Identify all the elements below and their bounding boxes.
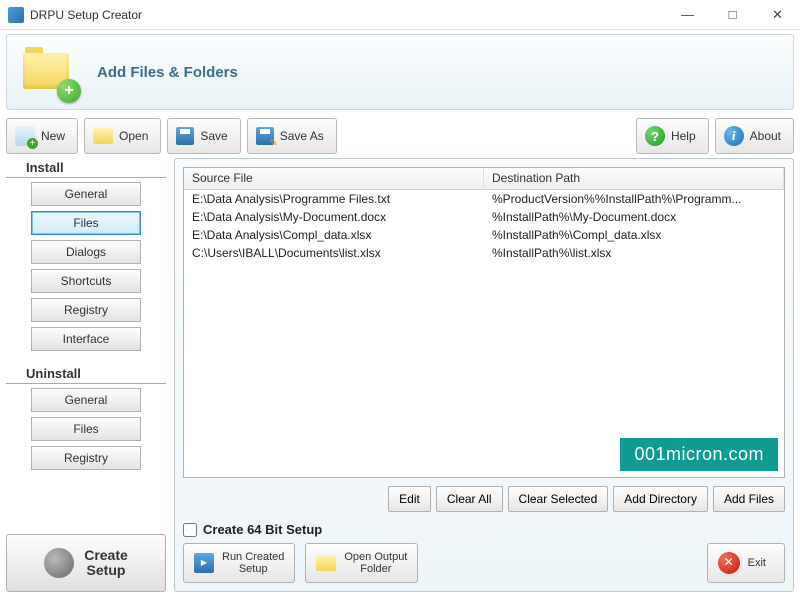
table-body: E:\Data Analysis\Programme Files.txt%Pro…	[184, 190, 784, 262]
saveas-button[interactable]: Save As	[247, 118, 337, 154]
exit-label: Exit	[748, 557, 766, 569]
sidebar-item-uninstall-registry[interactable]: Registry	[31, 446, 141, 470]
create-64bit-label: Create 64 Bit Setup	[203, 522, 322, 537]
create-64bit-input[interactable]	[183, 523, 197, 537]
saveas-label: Save As	[280, 129, 324, 143]
toolbar: New Open Save Save As ? Help i About	[0, 114, 800, 158]
window-title: DRPU Setup Creator	[30, 8, 665, 22]
saveas-icon	[256, 127, 274, 145]
page-title: Add Files & Folders	[97, 64, 238, 81]
cell-source: E:\Data Analysis\Compl_data.xlsx	[184, 226, 484, 244]
cell-destination: %ProductVersion%%InstallPath%\Programm..…	[484, 190, 784, 208]
info-icon: i	[724, 126, 744, 146]
col-destination[interactable]: Destination Path	[484, 168, 784, 189]
cell-source: E:\Data Analysis\Programme Files.txt	[184, 190, 484, 208]
main-panel: Source File Destination Path E:\Data Ana…	[174, 158, 794, 592]
exit-button[interactable]: ✕ Exit	[707, 543, 785, 583]
edit-button[interactable]: Edit	[388, 486, 431, 512]
new-button[interactable]: New	[6, 118, 78, 154]
folder-add-icon: +	[21, 43, 79, 101]
run-created-label: Run CreatedSetup	[222, 551, 284, 575]
help-icon: ?	[645, 126, 665, 146]
gear-icon	[44, 548, 74, 578]
sidebar-item-uninstall-files[interactable]: Files	[31, 417, 141, 441]
titlebar: DRPU Setup Creator — □ ✕	[0, 0, 800, 30]
cell-source: E:\Data Analysis\My-Document.docx	[184, 208, 484, 226]
uninstall-heading: Uninstall	[6, 364, 166, 384]
sidebar: Install General Files Dialogs Shortcuts …	[6, 158, 174, 592]
close-icon: ✕	[718, 552, 740, 574]
about-label: About	[750, 129, 781, 143]
table-row[interactable]: E:\Data Analysis\Compl_data.xlsx%Install…	[184, 226, 784, 244]
open-output-label: Open OutputFolder	[344, 551, 407, 575]
table-row[interactable]: E:\Data Analysis\Programme Files.txt%Pro…	[184, 190, 784, 208]
save-label: Save	[200, 129, 227, 143]
install-group: Install General Files Dialogs Shortcuts …	[6, 158, 166, 356]
table-header: Source File Destination Path	[184, 168, 784, 190]
clear-selected-button[interactable]: Clear Selected	[508, 486, 609, 512]
bottom-buttons: Run CreatedSetup Open OutputFolder ✕ Exi…	[183, 543, 785, 583]
open-output-folder-button[interactable]: Open OutputFolder	[305, 543, 418, 583]
about-button[interactable]: i About	[715, 118, 794, 154]
add-files-button[interactable]: Add Files	[713, 486, 785, 512]
add-directory-button[interactable]: Add Directory	[613, 486, 708, 512]
play-icon	[194, 553, 214, 573]
clear-all-button[interactable]: Clear All	[436, 486, 503, 512]
app-icon	[8, 7, 24, 23]
open-label: Open	[119, 129, 148, 143]
cell-destination: %InstallPath%\list.xlsx	[484, 244, 784, 262]
files-table[interactable]: Source File Destination Path E:\Data Ana…	[183, 167, 785, 478]
cell-destination: %InstallPath%\My-Document.docx	[484, 208, 784, 226]
install-heading: Install	[6, 158, 166, 178]
open-button[interactable]: Open	[84, 118, 161, 154]
maximize-button[interactable]: □	[710, 0, 755, 30]
save-button[interactable]: Save	[167, 118, 240, 154]
folder-icon	[316, 555, 336, 571]
save-icon	[176, 127, 194, 145]
sidebar-item-uninstall-general[interactable]: General	[31, 388, 141, 412]
watermark: 001micron.com	[620, 438, 778, 471]
sidebar-item-shortcuts[interactable]: Shortcuts	[31, 269, 141, 293]
bottom-row: Create 64 Bit Setup	[183, 522, 785, 537]
sidebar-item-interface[interactable]: Interface	[31, 327, 141, 351]
open-icon	[93, 128, 113, 144]
minimize-button[interactable]: —	[665, 0, 710, 30]
run-created-setup-button[interactable]: Run CreatedSetup	[183, 543, 295, 583]
new-label: New	[41, 129, 65, 143]
create-64bit-checkbox[interactable]: Create 64 Bit Setup	[183, 522, 322, 537]
help-label: Help	[671, 129, 696, 143]
page-banner: + Add Files & Folders	[6, 34, 794, 110]
create-setup-button[interactable]: CreateSetup	[6, 534, 166, 592]
table-row[interactable]: E:\Data Analysis\My-Document.docx%Instal…	[184, 208, 784, 226]
cell-destination: %InstallPath%\Compl_data.xlsx	[484, 226, 784, 244]
table-buttons: Edit Clear All Clear Selected Add Direct…	[183, 486, 785, 512]
sidebar-item-dialogs[interactable]: Dialogs	[31, 240, 141, 264]
col-source[interactable]: Source File	[184, 168, 484, 189]
create-setup-label: CreateSetup	[84, 548, 128, 579]
sidebar-item-general[interactable]: General	[31, 182, 141, 206]
table-row[interactable]: C:\Users\IBALL\Documents\list.xlsx%Insta…	[184, 244, 784, 262]
sidebar-item-registry[interactable]: Registry	[31, 298, 141, 322]
cell-source: C:\Users\IBALL\Documents\list.xlsx	[184, 244, 484, 262]
new-icon	[15, 126, 35, 146]
close-button[interactable]: ✕	[755, 0, 800, 30]
uninstall-group: Uninstall General Files Registry	[6, 364, 166, 475]
sidebar-item-files[interactable]: Files	[31, 211, 141, 235]
help-button[interactable]: ? Help	[636, 118, 709, 154]
